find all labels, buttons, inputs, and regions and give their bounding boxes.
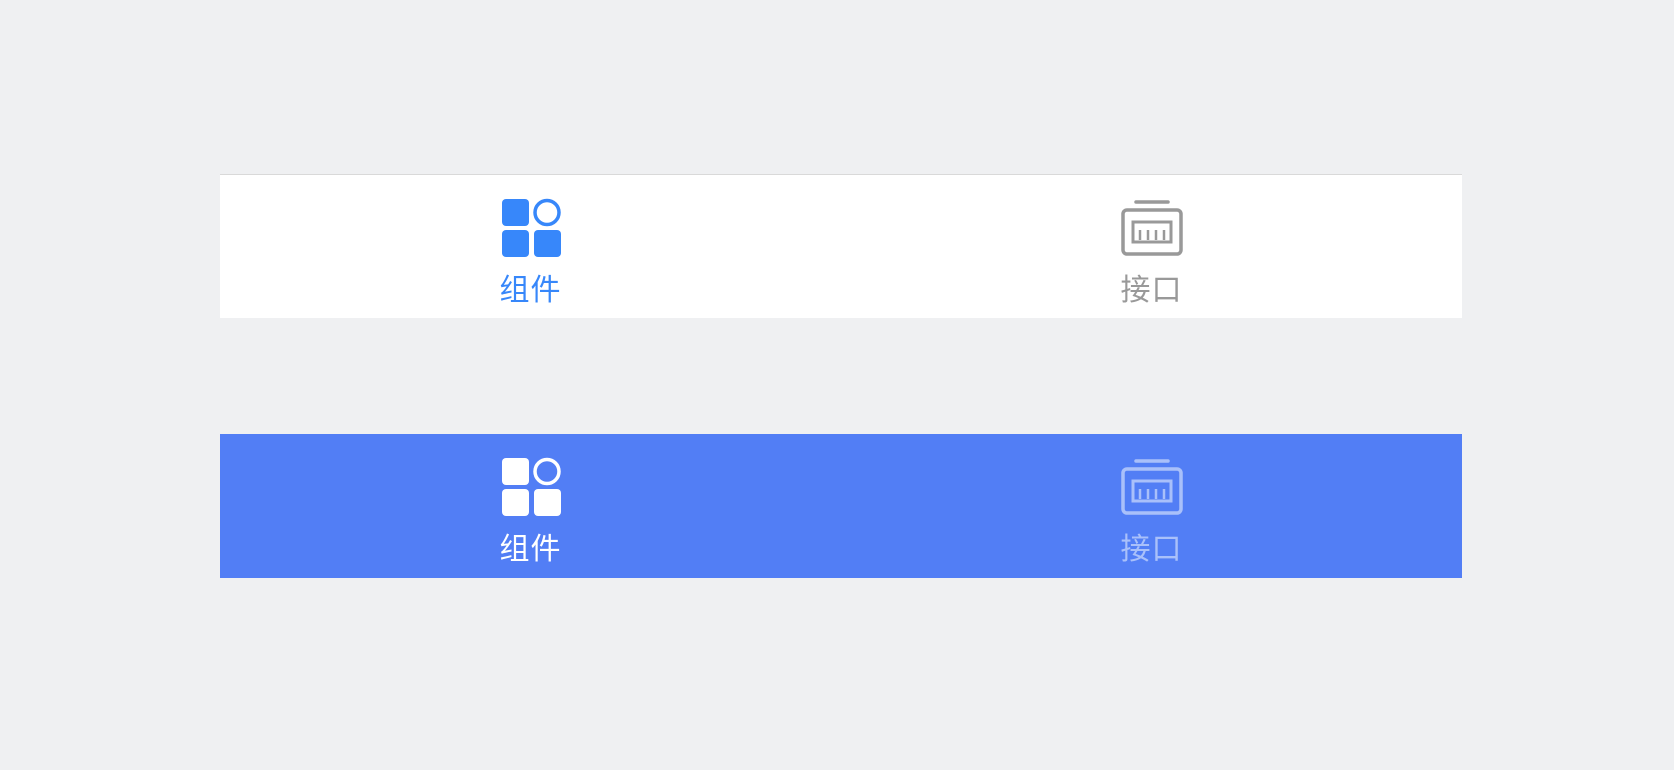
tab-label-components: 组件 — [499, 273, 562, 308]
api-interface-icon — [1120, 455, 1184, 519]
tab-api[interactable]: 接口 — [841, 175, 1462, 318]
tab-components[interactable]: 组件 — [220, 434, 841, 578]
tab-label-components: 组件 — [499, 532, 562, 567]
tab-label-api: 接口 — [1120, 532, 1183, 567]
tabbar-light: 组件 接口 — [220, 174, 1462, 318]
tab-components[interactable]: 组件 — [220, 175, 841, 318]
tabbar-dark: 组件 接口 — [220, 434, 1462, 578]
api-interface-icon — [1120, 196, 1184, 260]
components-grid-icon — [499, 196, 563, 260]
tab-label-api: 接口 — [1120, 273, 1183, 308]
tab-api[interactable]: 接口 — [841, 434, 1462, 578]
components-grid-icon — [499, 455, 563, 519]
